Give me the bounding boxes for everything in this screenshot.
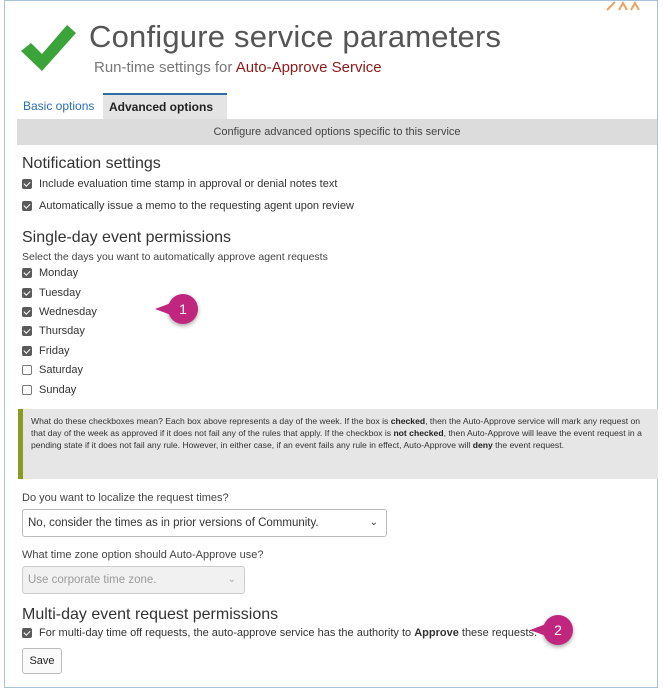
checkbox[interactable] [22, 365, 32, 375]
option-text: For multi-day time off requests, the aut… [39, 627, 415, 639]
day-friday[interactable]: Friday [22, 343, 70, 359]
checkbox[interactable] [22, 179, 32, 189]
logo-fragment [606, 1, 640, 11]
day-tuesday[interactable]: Tuesday [22, 285, 81, 301]
notification-heading: Notification settings [22, 155, 161, 172]
localize-select[interactable]: No, consider the times as in prior versi… [22, 509, 387, 537]
info-box: What do these checkboxes mean? Each box … [18, 409, 658, 479]
checkbox-label: Include evaluation time stamp in approva… [39, 178, 338, 190]
single-day-description: Select the days you want to automaticall… [22, 251, 328, 263]
info-text: What do these checkboxes mean? Each box … [31, 416, 391, 426]
day-label: Monday [39, 267, 79, 279]
checkbox[interactable] [22, 385, 32, 395]
day-wednesday[interactable]: Wednesday [22, 304, 97, 320]
page-subtitle: Run-time settings for Auto-Approve Servi… [94, 59, 382, 76]
info-bold: checked [390, 416, 426, 426]
day-thursday[interactable]: Thursday [22, 323, 85, 339]
timezone-question: What time zone option should Auto-Approv… [22, 549, 264, 561]
section-banner: Configure advanced options specific to t… [17, 119, 657, 145]
notification-option-memo[interactable]: Automatically issue a memo to the reques… [22, 198, 354, 214]
info-text: the event request. [492, 440, 564, 450]
single-day-heading: Single-day event permissions [22, 229, 231, 246]
callout-badge-1: 1 [155, 294, 198, 324]
checkbox[interactable] [22, 268, 32, 278]
info-bold: deny [472, 440, 493, 450]
subtitle-prefix: Run-time settings for [94, 59, 233, 76]
multi-day-option[interactable]: For multi-day time off requests, the aut… [22, 625, 537, 641]
chevron-down-icon: ⌄ [227, 574, 236, 585]
day-label: Friday [39, 345, 70, 357]
select-value: Use corporate time zone. [28, 574, 157, 586]
day-label: Tuesday [39, 287, 81, 299]
checkbox[interactable] [22, 628, 32, 638]
checkbox[interactable] [22, 346, 32, 356]
day-label: Sunday [39, 384, 77, 396]
page-frame: Configure service parameters Run-time se… [4, 0, 658, 688]
select-value: No, consider the times as in prior versi… [28, 517, 319, 529]
day-label: Wednesday [39, 306, 97, 318]
tab-advanced-options[interactable]: Advanced options [103, 93, 227, 119]
checkbox[interactable] [22, 288, 32, 298]
localize-question: Do you want to localize the request time… [22, 492, 229, 504]
day-saturday[interactable]: Saturday [22, 362, 83, 378]
chevron-down-icon: ⌄ [369, 517, 378, 528]
page-title: Configure service parameters [89, 19, 502, 54]
checkbox[interactable] [22, 201, 32, 211]
day-label: Saturday [39, 364, 84, 376]
page-header: Configure service parameters Run-time se… [13, 7, 653, 87]
timezone-select[interactable]: Use corporate time zone. ⌄ [22, 566, 245, 594]
day-label: Thursday [39, 325, 85, 337]
checkbox[interactable] [22, 326, 32, 336]
checkbox[interactable] [22, 307, 32, 317]
save-button[interactable]: Save [22, 648, 62, 674]
notification-option-timestamp[interactable]: Include evaluation time stamp in approva… [22, 176, 337, 192]
callout-badge-2: 2 [530, 615, 573, 645]
day-monday[interactable]: Monday [22, 265, 78, 281]
option-bold: Approve [414, 627, 459, 639]
multi-day-heading: Multi-day event request permissions [22, 606, 279, 623]
checkbox-label: For multi-day time off requests, the aut… [39, 627, 537, 639]
checkbox-label: Automatically issue a memo to the reques… [39, 200, 354, 212]
day-sunday[interactable]: Sunday [22, 382, 76, 398]
tab-basic-options[interactable]: Basic options [17, 93, 100, 119]
info-bold: not checked [393, 428, 444, 438]
option-text: these requests. [458, 627, 538, 639]
checkmark-icon [21, 25, 76, 71]
service-name: Auto-Approve Service [235, 59, 382, 76]
